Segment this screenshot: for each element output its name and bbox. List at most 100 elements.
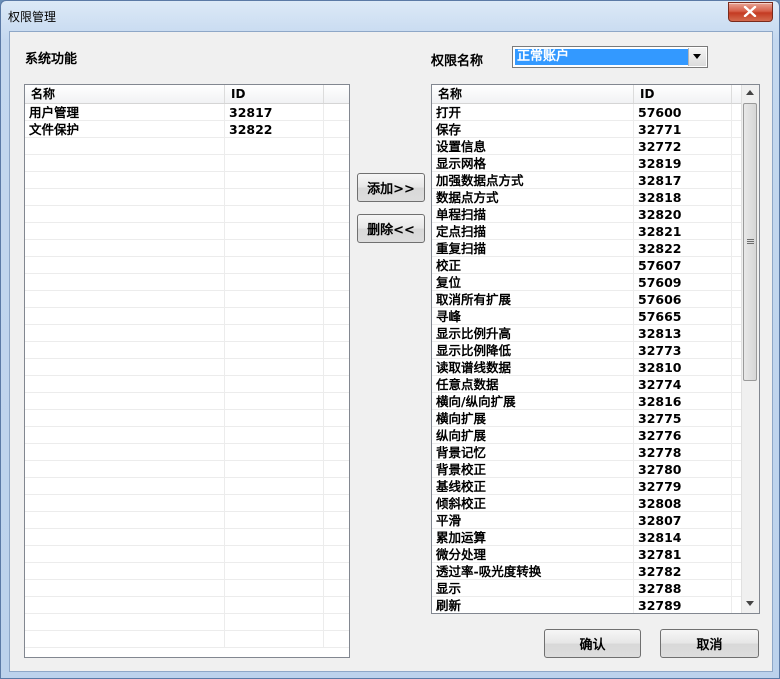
table-row[interactable]: 纵向扩展 32776 [432, 427, 742, 444]
table-row[interactable] [25, 614, 349, 631]
table-row[interactable]: 定点扫描 32821 [432, 223, 742, 240]
table-row[interactable] [25, 206, 349, 223]
table-row[interactable] [25, 342, 349, 359]
table-row[interactable]: 基线校正 32779 [432, 478, 742, 495]
delete-button[interactable]: 删除<< [357, 214, 425, 243]
cell-id [225, 444, 324, 460]
table-row[interactable]: 显示比例降低 32773 [432, 342, 742, 359]
table-row[interactable]: 取消所有扩展 57606 [432, 291, 742, 308]
scroll-thumb[interactable] [743, 103, 757, 381]
column-header-id[interactable]: ID [634, 85, 732, 103]
permission-select[interactable]: 正常账户 [512, 46, 708, 68]
cell-name [25, 291, 225, 307]
table-row[interactable]: 寻峰 57665 [432, 308, 742, 325]
table-row[interactable] [25, 155, 349, 172]
cell-name [25, 563, 225, 579]
table-row[interactable]: 校正 57607 [432, 257, 742, 274]
table-row[interactable]: 透过率-吸光度转换 32782 [432, 563, 742, 580]
table-row[interactable] [25, 529, 349, 546]
table-row[interactable] [25, 597, 349, 614]
table-row[interactable] [25, 291, 349, 308]
table-row[interactable] [25, 631, 349, 648]
table-row[interactable] [25, 478, 349, 495]
table-row[interactable]: 复位 57609 [432, 274, 742, 291]
table-row[interactable]: 文件保护 32822 [25, 121, 349, 138]
column-header-name[interactable]: 名称 [25, 85, 225, 103]
confirm-button[interactable]: 确认 [544, 629, 641, 658]
table-row[interactable]: 加强数据点方式 32817 [432, 172, 742, 189]
cell-name [25, 172, 225, 188]
cell-id: 32816 [634, 393, 732, 409]
cell-name: 单程扫描 [432, 206, 634, 222]
table-row[interactable]: 微分处理 32781 [432, 546, 742, 563]
table-row[interactable]: 重复扫描 32822 [432, 240, 742, 257]
table-row[interactable]: 显示网格 32819 [432, 155, 742, 172]
vertical-scrollbar[interactable] [741, 85, 759, 613]
table-row[interactable] [25, 138, 349, 155]
table-row[interactable] [25, 546, 349, 563]
table-row[interactable] [25, 240, 349, 257]
cell-name [25, 631, 225, 647]
table-row[interactable]: 显示 32788 [432, 580, 742, 597]
table-row[interactable]: 背景记忆 32778 [432, 444, 742, 461]
table-row[interactable] [25, 393, 349, 410]
table-row[interactable] [25, 325, 349, 342]
table-row[interactable] [25, 223, 349, 240]
cell-filler [324, 444, 349, 460]
cell-id: 32771 [634, 121, 732, 137]
table-row[interactable]: 用户管理 32817 [25, 104, 349, 121]
cell-id: 32808 [634, 495, 732, 511]
table-row[interactable]: 设置信息 32772 [432, 138, 742, 155]
cell-id: 32819 [634, 155, 732, 171]
table-row[interactable]: 背景校正 32780 [432, 461, 742, 478]
table-row[interactable] [25, 172, 349, 189]
table-row[interactable] [25, 444, 349, 461]
close-button[interactable] [728, 2, 773, 22]
table-row[interactable] [25, 410, 349, 427]
column-header-name[interactable]: 名称 [432, 85, 634, 103]
table-row[interactable]: 倾斜校正 32808 [432, 495, 742, 512]
table-row[interactable]: 读取谱线数据 32810 [432, 359, 742, 376]
table-row[interactable] [25, 308, 349, 325]
scroll-down-button[interactable] [742, 596, 759, 613]
add-button[interactable]: 添加>> [357, 173, 425, 202]
table-row[interactable]: 显示比例升高 32813 [432, 325, 742, 342]
system-functions-list[interactable]: 名称 ID 用户管理 32817 文件保护 32822 [24, 84, 350, 658]
table-row[interactable]: 刷新 32789 [432, 597, 742, 613]
list-header: 名称 ID [25, 85, 349, 104]
table-row[interactable] [25, 257, 349, 274]
table-row[interactable]: 单程扫描 32820 [432, 206, 742, 223]
table-row[interactable] [25, 427, 349, 444]
cell-name [25, 240, 225, 256]
cell-filler [324, 359, 349, 375]
cancel-button[interactable]: 取消 [660, 629, 759, 658]
cell-name: 设置信息 [432, 138, 634, 154]
table-row[interactable] [25, 376, 349, 393]
table-row[interactable]: 平滑 32807 [432, 512, 742, 529]
table-row[interactable] [25, 563, 349, 580]
table-row[interactable] [25, 189, 349, 206]
table-row[interactable]: 横向/纵向扩展 32816 [432, 393, 742, 410]
table-row[interactable]: 任意点数据 32774 [432, 376, 742, 393]
table-row[interactable]: 累加运算 32814 [432, 529, 742, 546]
table-row[interactable] [25, 461, 349, 478]
table-row[interactable] [25, 274, 349, 291]
table-row[interactable]: 保存 32771 [432, 121, 742, 138]
cell-id [225, 308, 324, 324]
cell-id: 32780 [634, 461, 732, 477]
cell-name [25, 308, 225, 324]
table-row[interactable]: 打开 57600 [432, 104, 742, 121]
table-row[interactable] [25, 495, 349, 512]
permission-select-dropdown-button[interactable] [688, 48, 706, 66]
table-row[interactable] [25, 512, 349, 529]
table-row[interactable]: 数据点方式 32818 [432, 189, 742, 206]
permission-functions-list[interactable]: 名称 ID 打开 57600 保存 32771 设置信息 32772 显示网格 32819 加强… [431, 84, 760, 614]
cell-id [225, 376, 324, 392]
table-row[interactable]: 横向扩展 32775 [432, 410, 742, 427]
title-bar[interactable]: 权限管理 [1, 1, 779, 31]
table-row[interactable] [25, 359, 349, 376]
scroll-up-button[interactable] [742, 85, 759, 102]
cell-filler [324, 325, 349, 341]
column-header-id[interactable]: ID [225, 85, 324, 103]
table-row[interactable] [25, 580, 349, 597]
